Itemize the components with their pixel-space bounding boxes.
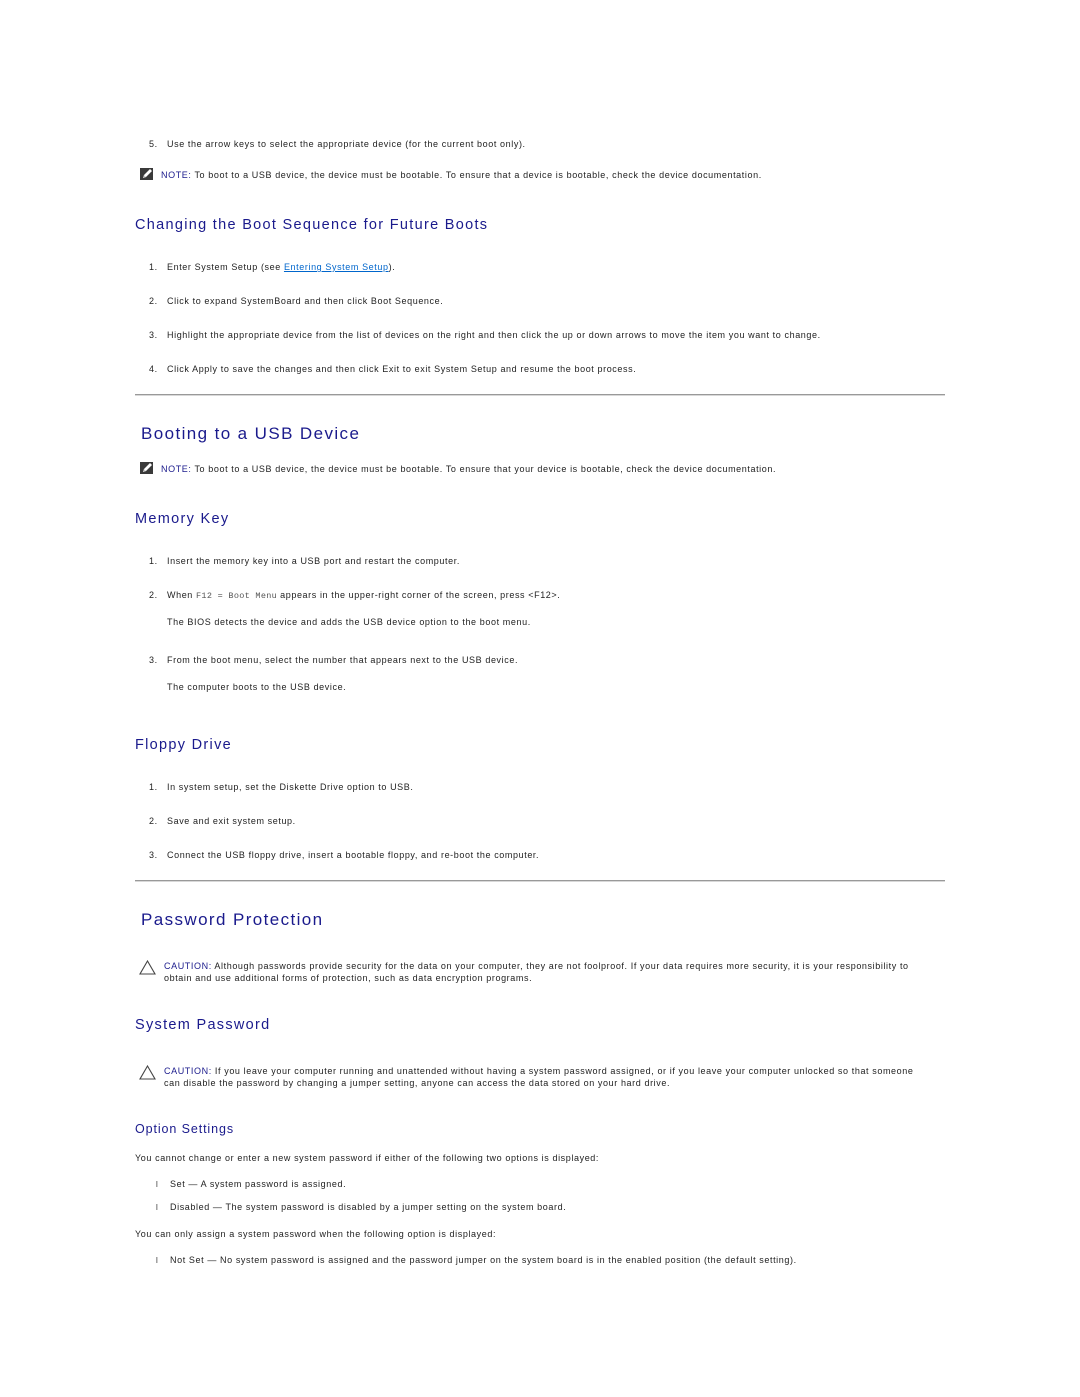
caution-body: If you leave your computer running and u… (164, 1066, 914, 1088)
step-text: Click to expand SystemBoard and then cli… (167, 296, 444, 306)
caution-text: CAUTION: If you leave your computer runn… (164, 1066, 924, 1089)
step-text: Enter System Setup (see Entering System … (167, 261, 395, 273)
step-number: 2. (149, 816, 158, 826)
step-number: 3. (149, 850, 158, 860)
note-text: NOTE: To boot to a USB device, the devic… (161, 463, 776, 475)
step-text: Use the arrow keys to select the appropr… (167, 139, 526, 149)
step-text-after: appears in the upper-right corner of the… (277, 590, 561, 600)
bullet-icon: l (156, 1180, 158, 1189)
step-number: 5. (149, 139, 158, 149)
step-subtext: The BIOS detects the device and adds the… (167, 617, 531, 627)
step-text: Highlight the appropriate device from th… (167, 330, 821, 340)
subsection-heading-memory-key: Memory Key (135, 511, 230, 527)
section-heading-password-protection: Password Protection (141, 910, 324, 929)
section-divider (135, 394, 945, 396)
list-item: Not Set — No system password is assigned… (170, 1255, 797, 1265)
step-number: 1. (149, 556, 158, 566)
caution-triangle-icon (139, 960, 156, 975)
step-text: In system setup, set the Diskette Drive … (167, 782, 414, 792)
bullet-icon: l (156, 1256, 158, 1265)
note-label: NOTE: (161, 170, 192, 180)
step-number: 2. (149, 590, 158, 600)
subsection-heading-floppy-drive: Floppy Drive (135, 737, 232, 753)
step-text-after: ). (388, 262, 396, 272)
note-label: NOTE: (161, 464, 192, 474)
option-settings-intro-2: You can only assign a system password wh… (135, 1229, 497, 1239)
section-divider (135, 880, 945, 882)
caution-label: CAUTION: (164, 1066, 212, 1076)
step-text: Insert the memory key into a USB port an… (167, 556, 460, 566)
step-text: Save and exit system setup. (167, 816, 296, 826)
caution-text: CAUTION: Although passwords provide secu… (164, 961, 934, 984)
step-number: 3. (149, 655, 158, 665)
pencil-note-icon (140, 168, 153, 180)
step-text: From the boot menu, select the number th… (167, 655, 519, 665)
option-settings-intro: You cannot change or enter a new system … (135, 1153, 599, 1163)
step-number: 2. (149, 296, 158, 306)
step-text: When F12 = Boot Menu appears in the uppe… (167, 589, 560, 602)
note-text: NOTE: To boot to a USB device, the devic… (161, 169, 762, 181)
step-text: Connect the USB floppy drive, insert a b… (167, 850, 540, 860)
step-number: 1. (149, 262, 158, 272)
list-item: Disabled — The system password is disabl… (170, 1202, 567, 1212)
subsection-heading-system-password: System Password (135, 1017, 271, 1033)
step-number: 3. (149, 330, 158, 340)
section-heading-booting-usb: Booting to a USB Device (141, 424, 361, 443)
step-subtext: The computer boots to the USB device. (167, 682, 347, 692)
step-number: 1. (149, 782, 158, 792)
step-number: 4. (149, 364, 158, 374)
note-body: To boot to a USB device, the device must… (191, 170, 762, 180)
entering-system-setup-link[interactable]: Entering System Setup (284, 262, 389, 272)
section-heading-changing-boot-sequence: Changing the Boot Sequence for Future Bo… (135, 217, 489, 233)
step-text-before: Enter System Setup (see (167, 262, 284, 272)
step-text-before: When (167, 590, 197, 600)
caution-triangle-icon (139, 1065, 156, 1080)
caution-body: Although passwords provide security for … (164, 961, 909, 983)
bullet-icon: l (156, 1203, 158, 1212)
step-text: Click Apply to save the changes and then… (167, 364, 637, 374)
pencil-note-icon (140, 462, 153, 474)
caution-label: CAUTION: (164, 961, 212, 971)
code-boot-menu: F12 = Boot Menu (196, 591, 278, 601)
list-item: Set — A system password is assigned. (170, 1179, 347, 1189)
subsection-heading-option-settings: Option Settings (135, 1122, 234, 1136)
note-body: To boot to a USB device, the device must… (191, 464, 777, 474)
